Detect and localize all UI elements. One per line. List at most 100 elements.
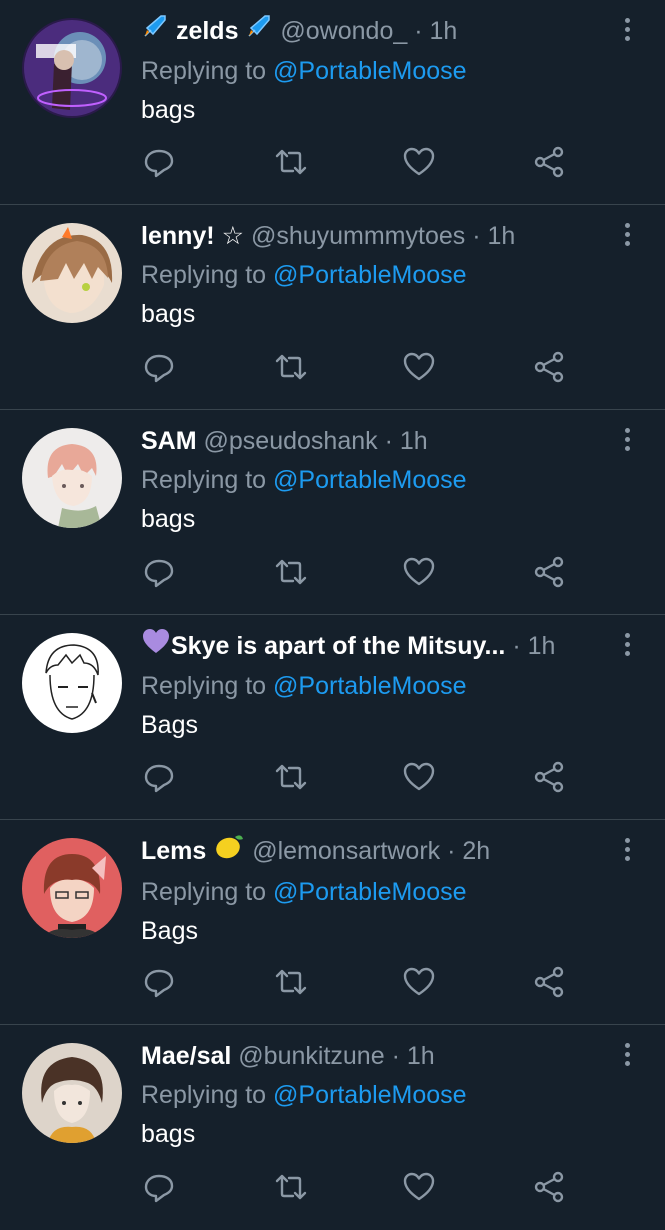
tweet[interactable]: Lems @lemonsartwork · 2h Replying to @Po… — [0, 820, 665, 1025]
rocket-icon — [141, 14, 169, 49]
replying-to-label: Replying to — [141, 877, 267, 906]
mention-link[interactable]: @PortableMoose — [273, 878, 467, 906]
tweet-header: Skye is apart of the Mitsuy... · 1h — [141, 629, 615, 664]
more-icon[interactable] — [617, 1039, 637, 1069]
replying-to: Replying to @PortableMoose — [141, 257, 615, 293]
replying-to-label: Replying to — [141, 671, 267, 700]
tweet[interactable]: lenny! ☆ @shuyummmytoes · 1h Replying to… — [0, 205, 665, 410]
heart-icon[interactable] — [399, 960, 439, 1004]
more-icon[interactable] — [617, 834, 637, 864]
retweet-icon[interactable] — [271, 550, 311, 594]
tweet-text: bags — [141, 505, 196, 533]
heart-icon[interactable] — [399, 755, 439, 799]
display-name[interactable]: zelds — [176, 17, 239, 45]
more-icon[interactable] — [617, 424, 637, 454]
mention-link[interactable]: @PortableMoose — [273, 672, 467, 700]
tweet-actions — [141, 550, 581, 594]
tweet-text: Bags — [141, 710, 198, 739]
retweet-icon[interactable] — [271, 345, 311, 389]
heart-icon[interactable] — [399, 1165, 439, 1209]
tweet-actions — [141, 960, 581, 1004]
mention-link[interactable]: @PortableMoose — [273, 466, 467, 494]
timestamp[interactable]: · 1h — [414, 17, 457, 45]
tweet[interactable]: SAM @pseudoshank · 1h Replying to @Porta… — [0, 410, 665, 615]
display-name[interactable]: Mae/sal — [141, 1042, 231, 1070]
replying-to: Replying to @PortableMoose — [141, 1077, 615, 1113]
handle[interactable]: @shuyummmytoes — [251, 222, 465, 250]
avatar[interactable] — [22, 223, 122, 323]
mention-link[interactable]: @PortableMoose — [273, 1081, 467, 1109]
display-name[interactable]: Skye is apart of the Mitsuy... — [171, 632, 505, 660]
retweet-icon[interactable] — [271, 960, 311, 1004]
tweet-header: Mae/sal @bunkitzune · 1h — [141, 1039, 615, 1073]
tweet[interactable]: zelds @owondo_ · 1h Replying to @Portabl… — [0, 0, 665, 205]
heart-icon[interactable] — [399, 140, 439, 184]
tweet-text: bags — [141, 95, 196, 124]
share-icon[interactable] — [529, 1165, 569, 1209]
replying-to: Replying to @PortableMoose — [141, 668, 615, 704]
replying-to: Replying to @PortableMoose — [141, 53, 615, 89]
reply-icon[interactable] — [139, 960, 179, 1004]
avatar[interactable] — [22, 838, 122, 938]
handle[interactable]: @lemonsartwork — [252, 837, 440, 865]
reply-feed: zelds @owondo_ · 1h Replying to @Portabl… — [0, 0, 665, 1230]
display-name[interactable]: SAM — [141, 427, 197, 455]
reply-icon[interactable] — [139, 755, 179, 799]
tweet-header: lenny! ☆ @shuyummmytoes · 1h — [141, 219, 615, 253]
handle[interactable]: @owondo_ — [280, 17, 407, 45]
reply-icon[interactable] — [139, 1165, 179, 1209]
rocket-icon — [245, 14, 273, 49]
tweet-header: Lems @lemonsartwork · 2h — [141, 834, 615, 870]
tweet-actions — [141, 1165, 581, 1209]
tweet[interactable]: Skye is apart of the Mitsuy... · 1h Repl… — [0, 615, 665, 820]
heart-icon[interactable] — [399, 550, 439, 594]
replying-to-label: Replying to — [141, 56, 267, 85]
avatar[interactable] — [22, 18, 122, 118]
more-icon[interactable] — [617, 219, 637, 249]
avatar[interactable] — [22, 633, 122, 733]
more-icon[interactable] — [617, 629, 637, 659]
replying-to: Replying to @PortableMoose — [141, 874, 615, 910]
reply-icon[interactable] — [139, 345, 179, 389]
retweet-icon[interactable] — [271, 1165, 311, 1209]
tweet-actions — [141, 345, 581, 389]
timestamp[interactable]: · 1h — [472, 222, 515, 250]
share-icon[interactable] — [529, 755, 569, 799]
mention-link[interactable]: @PortableMoose — [273, 57, 467, 85]
tweet-actions — [141, 140, 581, 184]
share-icon[interactable] — [529, 960, 569, 1004]
tweet-text: bags — [141, 300, 196, 328]
tweet-header: SAM @pseudoshank · 1h — [141, 424, 615, 458]
replying-to-label: Replying to — [141, 1081, 267, 1109]
tweet-header: zelds @owondo_ · 1h — [141, 14, 615, 49]
retweet-icon[interactable] — [271, 755, 311, 799]
tweet[interactable]: Mae/sal @bunkitzune · 1h Replying to @Po… — [0, 1025, 665, 1230]
reply-icon[interactable] — [139, 550, 179, 594]
more-icon[interactable] — [617, 14, 637, 44]
display-name[interactable]: Lems — [141, 837, 206, 865]
timestamp[interactable]: · 1h — [385, 427, 428, 455]
replying-to: Replying to @PortableMoose — [141, 462, 615, 498]
timestamp[interactable]: · 2h — [447, 837, 490, 865]
share-icon[interactable] — [529, 550, 569, 594]
avatar[interactable] — [22, 428, 122, 528]
timestamp[interactable]: · 1h — [512, 632, 555, 660]
avatar[interactable] — [22, 1043, 122, 1143]
display-name[interactable]: lenny! ☆ — [141, 222, 244, 250]
handle[interactable]: @bunkitzune — [238, 1042, 384, 1070]
share-icon[interactable] — [529, 140, 569, 184]
tweet-actions — [141, 755, 581, 799]
share-icon[interactable] — [529, 345, 569, 389]
purple-heart-icon — [141, 629, 171, 664]
handle[interactable]: @pseudoshank — [204, 427, 378, 455]
tweet-text: bags — [141, 1120, 196, 1148]
replying-to-label: Replying to — [141, 261, 267, 289]
reply-icon[interactable] — [139, 140, 179, 184]
lemon-icon — [213, 834, 245, 870]
retweet-icon[interactable] — [271, 140, 311, 184]
mention-link[interactable]: @PortableMoose — [273, 261, 467, 289]
replying-to-label: Replying to — [141, 466, 267, 494]
tweet-text: Bags — [141, 916, 198, 945]
heart-icon[interactable] — [399, 345, 439, 389]
timestamp[interactable]: · 1h — [392, 1042, 435, 1070]
